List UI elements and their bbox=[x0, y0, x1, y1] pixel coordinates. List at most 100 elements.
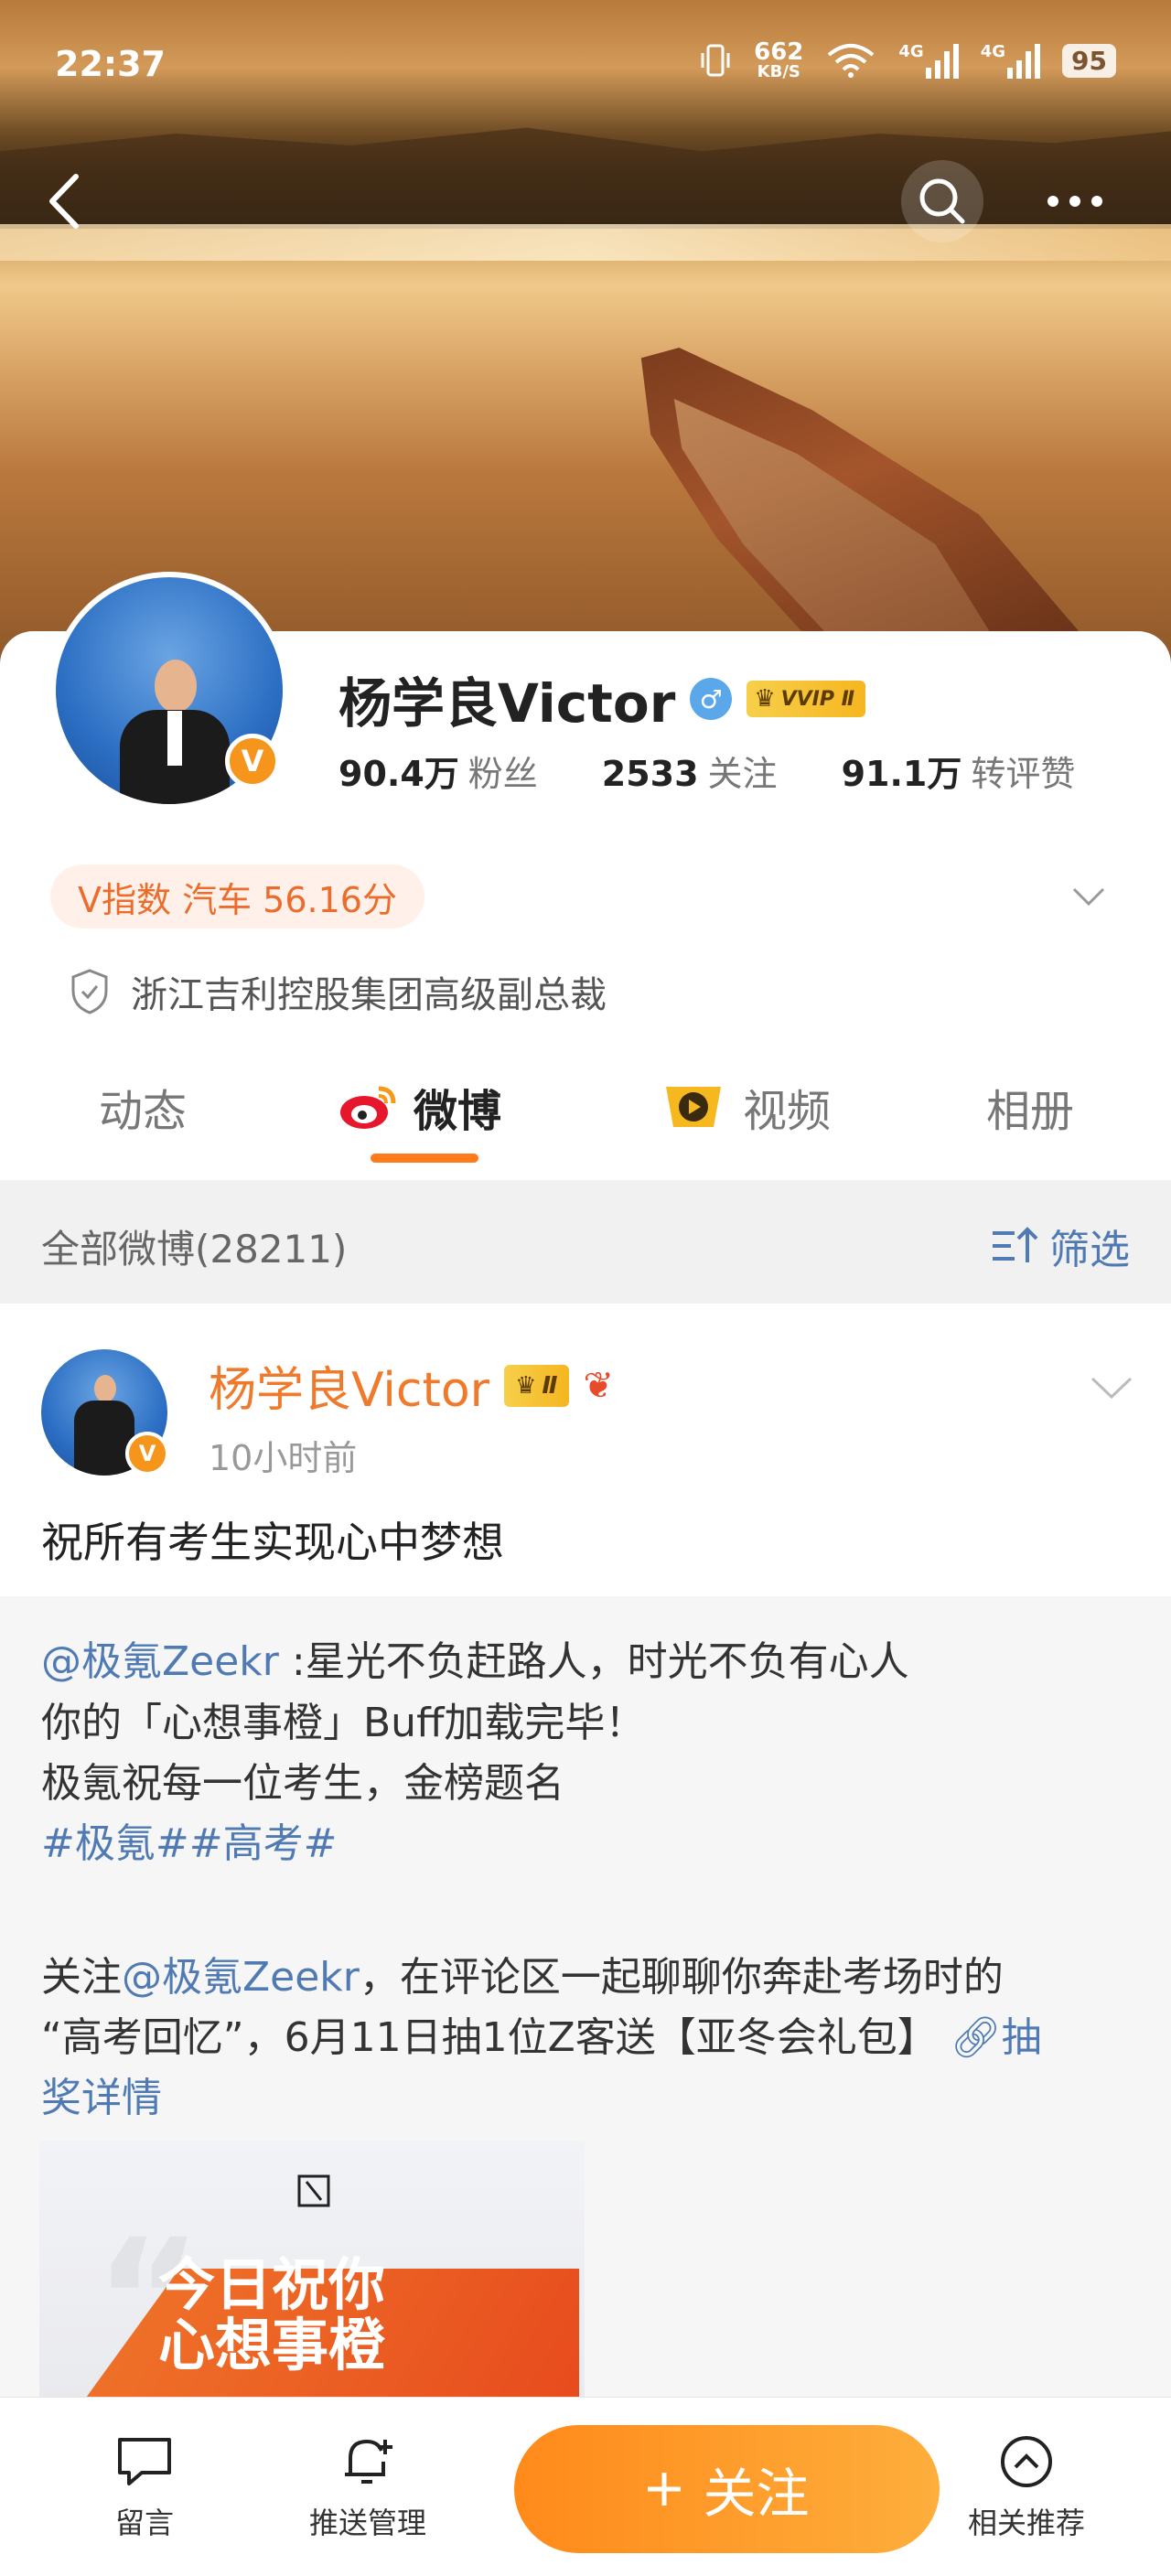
message-icon bbox=[118, 2438, 171, 2485]
certification: 浙江吉利控股集团高级副总裁 bbox=[69, 965, 607, 1018]
back-arrow-icon bbox=[49, 174, 79, 229]
tab-dynamic[interactable]: 动态 bbox=[99, 1075, 187, 1139]
tab-dynamic-label: 动态 bbox=[99, 1086, 188, 1137]
filter-bar: 全部微博(28211) 筛选 bbox=[0, 1180, 1171, 1304]
profile-tabs: 动态 微博 视频 相册 bbox=[0, 1047, 1171, 1175]
post-author-row: 杨学良Victor ♛ Ⅱ ❦ bbox=[209, 1351, 614, 1420]
post-text: 祝所有考生实现心中梦想 bbox=[41, 1518, 504, 1567]
repost-line-5-mention[interactable]: @极氪Zeekr bbox=[122, 1954, 360, 2001]
repost-line-5-rest: ，在评论区一起聊聊你奔赴考场时的 bbox=[359, 1954, 1004, 2001]
related-recommend-button[interactable]: 相关推荐 bbox=[968, 2434, 1085, 2542]
repost-line-5-pre: 关注 bbox=[41, 1954, 122, 2001]
repost-mention-link[interactable]: @极氪Zeekr bbox=[41, 1638, 279, 1685]
post-menu-chevron-icon[interactable] bbox=[1089, 1366, 1134, 1411]
repost-image[interactable]: “ 今日祝你 心想事橙 bbox=[39, 2141, 585, 2406]
tab-album-label: 相册 bbox=[986, 1086, 1075, 1137]
post-time: 10小时前 bbox=[209, 1438, 358, 1478]
chevron-down-icon[interactable] bbox=[1070, 878, 1107, 915]
koi-fish-icon: ❦ bbox=[583, 1364, 615, 1407]
signal-icon bbox=[925, 44, 959, 79]
stat-following-num: 2533 bbox=[601, 754, 699, 794]
stat-fans[interactable]: 90.4万 粉丝 bbox=[338, 746, 538, 796]
stat-following[interactable]: 2533 关注 bbox=[602, 746, 778, 796]
profile-stats: 90.4万 粉丝 2533 关注 91.1万 转评赞 bbox=[338, 746, 1075, 796]
bottom-action-bar: 留言 推送管理 关注 相关推荐 bbox=[0, 2397, 1171, 2576]
profile-name: 杨学良Victor bbox=[338, 672, 676, 735]
stat-fans-num: 90.4万 bbox=[338, 754, 459, 794]
male-gender-icon: ♂ bbox=[690, 678, 733, 720]
tab-album[interactable]: 相册 bbox=[986, 1075, 1074, 1139]
post-vip-label: Ⅱ bbox=[542, 1371, 558, 1400]
back-button[interactable] bbox=[23, 160, 105, 242]
message-label: 留言 bbox=[114, 2506, 174, 2540]
vibrate-icon bbox=[701, 44, 730, 77]
tab-video[interactable]: 视频 bbox=[659, 1075, 831, 1139]
related-label: 相关推荐 bbox=[968, 2506, 1086, 2540]
image-text-2: 心想事橙 bbox=[158, 2312, 386, 2378]
link-icon: 🔗︎ bbox=[950, 2014, 1002, 2061]
repost-line-6: “高考回忆”，6月11日抽1位Z客送【亚冬会礼包】 🔗︎抽 bbox=[41, 2004, 1042, 2063]
crown-icon: ♛ bbox=[515, 1371, 537, 1400]
stat-interactions-num: 91.1万 bbox=[841, 754, 962, 794]
net-type-2: 4G bbox=[980, 42, 1006, 61]
stat-fans-label: 粉丝 bbox=[467, 754, 538, 794]
shield-icon bbox=[71, 969, 108, 1014]
profile-name-row: 杨学良Victor ♂ ♛ VVIP Ⅱ bbox=[338, 660, 866, 737]
filter-button[interactable]: 筛选 bbox=[991, 1217, 1130, 1275]
status-bar: 22:37 662 KB/S 4G 4G 95 bbox=[0, 0, 1171, 128]
search-icon bbox=[919, 178, 965, 224]
push-label: 推送管理 bbox=[309, 2506, 427, 2540]
repost-line-3: 极氪祝每一位考生，金榜题名 bbox=[41, 1760, 564, 1807]
stat-interactions[interactable]: 91.1万 转评赞 bbox=[842, 746, 1076, 796]
repost-line-1: @极氪Zeekr :星光不负赶路人，时光不负有心人 bbox=[41, 1628, 909, 1687]
repost-hashtags[interactable]: #极氪##高考# bbox=[41, 1810, 337, 1869]
battery-level: 95 bbox=[1062, 43, 1116, 78]
verified-badge-icon: V bbox=[225, 734, 280, 789]
vvip-label: VVIP Ⅱ bbox=[780, 687, 855, 711]
plus-icon bbox=[648, 2473, 682, 2506]
more-button[interactable] bbox=[1034, 160, 1116, 242]
filter-label: 筛选 bbox=[1049, 1227, 1130, 1273]
stat-interactions-label: 转评赞 bbox=[971, 754, 1076, 794]
signal-icon bbox=[1007, 44, 1041, 79]
wifi-icon bbox=[828, 44, 875, 78]
filter-sort-icon bbox=[993, 1227, 1038, 1262]
tab-weibo[interactable]: 微博 bbox=[338, 1075, 501, 1139]
search-button[interactable] bbox=[901, 160, 983, 242]
net-speed-unit: KB/S bbox=[757, 62, 800, 81]
signal-1: 4G bbox=[898, 42, 959, 79]
repost-line-5: 关注@极氪Zeekr，在评论区一起聊聊你奔赴考场时的 bbox=[41, 1944, 1004, 2002]
lottery-link-a: 抽 bbox=[1001, 2014, 1042, 2061]
v-index-badge[interactable]: V指数 汽车 56.16分 bbox=[50, 864, 424, 928]
repost-line-2: 你的「心想事橙」Buff加载完毕！ bbox=[41, 1700, 646, 1746]
follow-label: 关注 bbox=[703, 2463, 810, 2525]
video-logo-icon bbox=[666, 1087, 721, 1127]
post-author-name[interactable]: 杨学良Victor bbox=[209, 1351, 489, 1420]
bell-plus-icon bbox=[345, 2439, 392, 2484]
image-text-1: 今日祝你 bbox=[158, 2251, 386, 2318]
weibo-logo-icon bbox=[340, 1086, 396, 1129]
repost-content[interactable]: @极氪Zeekr :星光不负赶路人，时光不负有心人 你的「心想事橙」Buff加载… bbox=[0, 1596, 1171, 2406]
cover-lake bbox=[0, 224, 1171, 261]
follow-button[interactable]: 关注 bbox=[514, 2425, 940, 2553]
lottery-link-2[interactable]: 奖详情 bbox=[41, 2065, 162, 2123]
stat-following-label: 关注 bbox=[707, 754, 778, 794]
crown-icon: ♛ bbox=[754, 685, 776, 713]
zeekr-logo-icon bbox=[297, 2174, 330, 2207]
image-banner-text: 今日祝你 心想事橙 bbox=[158, 2255, 385, 2376]
circle-up-icon bbox=[1001, 2436, 1052, 2487]
vvip-badge[interactable]: ♛ VVIP Ⅱ bbox=[747, 681, 866, 717]
tab-video-label: 视频 bbox=[743, 1086, 832, 1137]
status-icons: 662 KB/S 4G 4G 95 bbox=[699, 40, 1116, 80]
repost-line-6-text: “高考回忆”，6月11日抽1位Z客送【亚冬会礼包】 bbox=[41, 2014, 938, 2061]
lottery-link[interactable]: 🔗︎抽 bbox=[951, 2014, 1042, 2061]
net-speed-value: 662 bbox=[754, 38, 804, 66]
push-management-button[interactable]: 推送管理 bbox=[309, 2434, 426, 2542]
post-vip-badge[interactable]: ♛ Ⅱ bbox=[504, 1364, 569, 1407]
avatar-person bbox=[120, 660, 230, 804]
signal-2: 4G bbox=[980, 42, 1041, 79]
status-time: 22:37 bbox=[55, 44, 166, 84]
tab-weibo-label: 微博 bbox=[414, 1086, 502, 1137]
certification-text: 浙江吉利控股集团高级副总裁 bbox=[131, 974, 607, 1016]
message-button[interactable]: 留言 bbox=[114, 2434, 175, 2542]
